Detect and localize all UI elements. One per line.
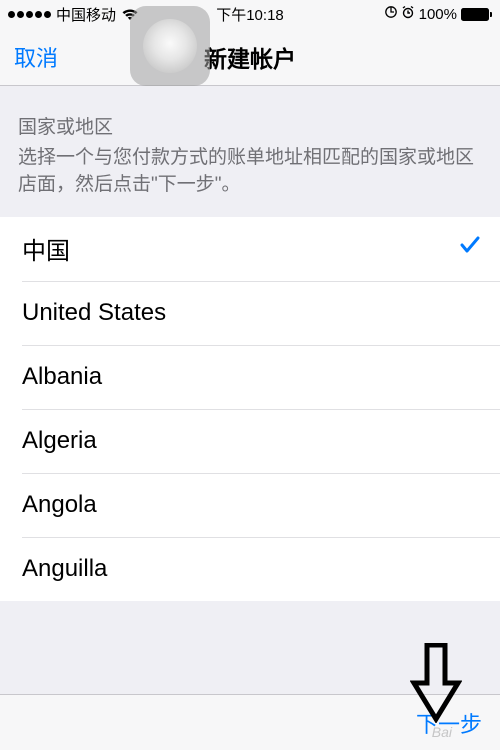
- country-name: Albania: [22, 363, 102, 391]
- cancel-button[interactable]: 取消: [14, 41, 58, 73]
- battery-percent: 100%: [419, 6, 457, 23]
- country-name: 中国: [22, 231, 70, 266]
- lock-icon: [385, 5, 397, 23]
- country-name: Anguilla: [22, 555, 107, 583]
- country-name: Angola: [22, 491, 97, 519]
- carrier-label: 中国移动: [56, 4, 116, 25]
- status-bar: 中国移动 下午10:18 100%: [0, 0, 500, 28]
- country-list-item[interactable]: United States: [22, 281, 500, 345]
- assistive-touch-button[interactable]: [130, 6, 210, 86]
- country-list-item[interactable]: Angola: [22, 473, 500, 537]
- navigation-bar: 取消 新建帐户: [0, 28, 500, 86]
- battery-icon: [461, 8, 492, 21]
- alarm-icon: [401, 5, 415, 23]
- section-description: 选择一个与您付款方式的账单地址相匹配的国家或地区店面，然后点击"下一步"。: [18, 147, 474, 196]
- checkmark-icon: [458, 233, 482, 264]
- country-list-item[interactable]: Anguilla: [22, 537, 500, 601]
- country-list-item[interactable]: Algeria: [22, 409, 500, 473]
- signal-dots-icon: [8, 11, 51, 18]
- country-name: United States: [22, 299, 166, 327]
- assistive-touch-icon: [143, 19, 197, 73]
- country-list-item[interactable]: 中国: [0, 217, 500, 281]
- country-list-item[interactable]: Albania: [22, 345, 500, 409]
- status-right: 100%: [331, 5, 492, 23]
- page-title: 新建帐户: [204, 40, 296, 74]
- country-list: 中国 United States Albania Algeria Angola Angui…: [0, 217, 500, 601]
- section-header: 国家或地区 选择一个与您付款方式的账单地址相匹配的国家或地区店面，然后点击"下一…: [0, 86, 500, 217]
- section-label: 国家或地区: [18, 114, 482, 142]
- down-arrow-annotation-icon: [410, 643, 462, 728]
- country-name: Algeria: [22, 427, 97, 455]
